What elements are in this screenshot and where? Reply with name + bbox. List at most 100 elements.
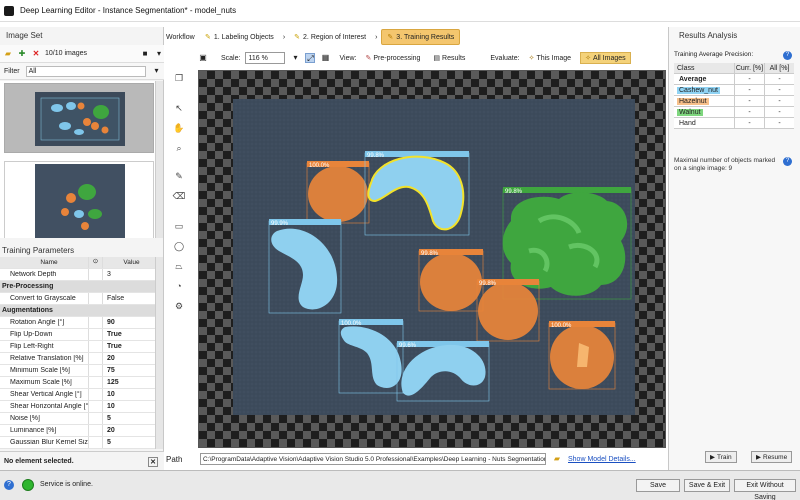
- param-value[interactable]: True: [102, 341, 156, 352]
- pen-icon[interactable]: ✎: [172, 170, 186, 182]
- this-image-button[interactable]: ✧ This Image: [525, 53, 576, 63]
- param-name: Pre-Processing: [2, 283, 54, 290]
- results-row: Average - -: [674, 74, 794, 85]
- curr-value: -: [734, 74, 764, 84]
- param-flag: [88, 281, 102, 292]
- workflow-step-1[interactable]: ✎ 1. Labeling Objects: [200, 30, 279, 44]
- param-value[interactable]: False: [102, 293, 156, 304]
- training-params-grid: Name ⊙ Value Network Depth 3 Pre-Processin…: [0, 257, 156, 449]
- params-row[interactable]: Shear Vertical Angle [°] 10: [0, 389, 156, 401]
- params-row[interactable]: Luminance [%] 20: [0, 425, 156, 437]
- results-panel: Results Analysis Training Average Precis…: [668, 27, 800, 470]
- folder-icon[interactable]: ▰: [552, 454, 562, 464]
- open-folder-icon[interactable]: ▰: [3, 49, 13, 59]
- param-name: Augmentations: [2, 307, 53, 314]
- segmentation-canvas: 100.0% 99.8% 99.9% 99.8% 99.8% 99.8% 100…: [233, 99, 635, 415]
- left-panel: Image Set ▰ ✚ ✕ 10/10 images ■ ▾ Filter …: [0, 27, 164, 471]
- rectangle-icon[interactable]: ▭: [172, 220, 186, 232]
- chevron-down-icon[interactable]: ▾: [290, 53, 300, 63]
- params-row[interactable]: Minimum Scale [%] 75: [0, 365, 156, 377]
- info-icon[interactable]: ?: [4, 480, 14, 490]
- save-button[interactable]: Save: [636, 479, 680, 492]
- params-row[interactable]: Relative Translation [%] 20: [0, 353, 156, 365]
- param-value[interactable]: 3: [102, 269, 156, 280]
- close-icon[interactable]: ✕: [148, 456, 158, 467]
- path-field[interactable]: C:\ProgramData\Adaptive Vision\Adaptive …: [200, 453, 546, 465]
- title-bar: Deep Learning Editor - Instance Segmenta…: [0, 0, 800, 22]
- fit-icon[interactable]: ▣: [198, 53, 208, 63]
- polygon-icon[interactable]: ⏢: [172, 260, 186, 272]
- dropdown-icon[interactable]: ▾: [154, 49, 164, 59]
- all-value: -: [764, 74, 794, 84]
- params-row[interactable]: Noise [%] 5: [0, 413, 156, 425]
- params-row[interactable]: Rotation Angle [°] 90: [0, 317, 156, 329]
- preprocessing-button[interactable]: ✎ Pre-processing: [361, 53, 424, 63]
- results-button[interactable]: ▤ Results: [429, 53, 469, 63]
- params-group-row[interactable]: Augmentations: [0, 305, 156, 317]
- class-tag: Hazelnut: [677, 97, 709, 105]
- params-row[interactable]: Maximum Scale [%] 125: [0, 377, 156, 389]
- param-flag: [88, 341, 102, 352]
- param-value[interactable]: 20: [102, 425, 156, 436]
- path-row: Path C:\ProgramData\Adaptive Vision\Adap…: [166, 452, 666, 466]
- save-icon[interactable]: ■: [140, 49, 150, 59]
- param-value[interactable]: True: [102, 329, 156, 340]
- param-value[interactable]: 75: [102, 365, 156, 376]
- results-row: Hand - -: [674, 118, 794, 129]
- params-row[interactable]: Shear Horizontal Angle [°] 10: [0, 401, 156, 413]
- params-row[interactable]: Flip Left-Right True: [0, 341, 156, 353]
- hand-icon[interactable]: ✋: [172, 122, 186, 134]
- params-row[interactable]: Convert to Grayscale False: [0, 293, 156, 305]
- scale-select[interactable]: 116 %: [245, 52, 286, 64]
- pointer-icon[interactable]: ↖: [172, 102, 186, 114]
- param-name: Maximum Scale [%]: [10, 379, 72, 386]
- all-value: -: [764, 107, 794, 117]
- param-value[interactable]: 90: [102, 317, 156, 328]
- chevron-down-icon[interactable]: ▾: [152, 66, 162, 76]
- params-group-row[interactable]: Pre-Processing: [0, 281, 156, 293]
- param-value[interactable]: 10: [102, 401, 156, 412]
- filter-select[interactable]: All: [25, 65, 146, 77]
- step-icon: ✎: [205, 34, 211, 41]
- image-viewer[interactable]: 100.0% 99.8% 99.9% 99.8% 99.8% 99.8% 100…: [198, 70, 666, 448]
- all-value: -: [764, 118, 794, 128]
- param-value[interactable]: 5: [102, 437, 156, 448]
- help-icon[interactable]: ?: [783, 157, 792, 166]
- class-name: Hazelnut: [674, 97, 734, 105]
- exit-without-saving-button[interactable]: Exit Without Saving: [734, 479, 796, 500]
- params-row[interactable]: Gaussian Blur Kernel Size [...] 5: [0, 437, 156, 449]
- params-row[interactable]: Network Depth 3: [0, 269, 156, 281]
- eraser-icon[interactable]: ⌫: [172, 190, 186, 202]
- workflow-step-2[interactable]: ✎ 2. Region of Interest: [289, 30, 371, 44]
- help-icon[interactable]: ?: [783, 51, 792, 60]
- thumbnail-2[interactable]: [4, 161, 154, 238]
- add-image-icon[interactable]: ✚: [17, 49, 27, 59]
- zoom-fit-icon[interactable]: ⤢: [305, 53, 316, 63]
- confidence-label: 99.8%: [421, 251, 439, 257]
- params-scrollbar[interactable]: [155, 257, 163, 449]
- view-icon[interactable]: ❐: [172, 72, 186, 84]
- params-row[interactable]: Flip Up-Down True: [0, 329, 156, 341]
- param-name: Relative Translation [%]: [10, 355, 84, 362]
- grid-icon[interactable]: ▦: [320, 53, 330, 63]
- all-images-button[interactable]: ✧ All Images: [580, 52, 631, 64]
- param-value[interactable]: 125: [102, 377, 156, 388]
- results-analysis-title: Results Analysis: [679, 31, 738, 40]
- pencil-icon: ✎: [365, 55, 372, 62]
- workflow-step-3[interactable]: ✎ 3. Training Results: [381, 29, 461, 45]
- show-model-details-link[interactable]: Show Model Details...: [568, 456, 636, 463]
- thumbnail-scrollbar[interactable]: [155, 81, 163, 238]
- brush-icon[interactable]: ◔: [172, 280, 186, 292]
- param-value[interactable]: 10: [102, 389, 156, 400]
- fill-icon[interactable]: ⚙: [172, 300, 186, 312]
- hazelnut-highlight: [577, 343, 589, 367]
- param-value[interactable]: 20: [102, 353, 156, 364]
- train-button[interactable]: ▶ Train: [705, 451, 737, 463]
- zoom-icon[interactable]: ⌕: [172, 142, 186, 154]
- save-exit-button[interactable]: Save & Exit: [684, 479, 730, 492]
- ellipse-icon[interactable]: ◯: [172, 240, 186, 252]
- delete-icon[interactable]: ✕: [31, 49, 41, 59]
- param-value[interactable]: 5: [102, 413, 156, 424]
- thumbnail-1[interactable]: [4, 83, 154, 153]
- resume-button[interactable]: ▶ Resume: [751, 451, 793, 463]
